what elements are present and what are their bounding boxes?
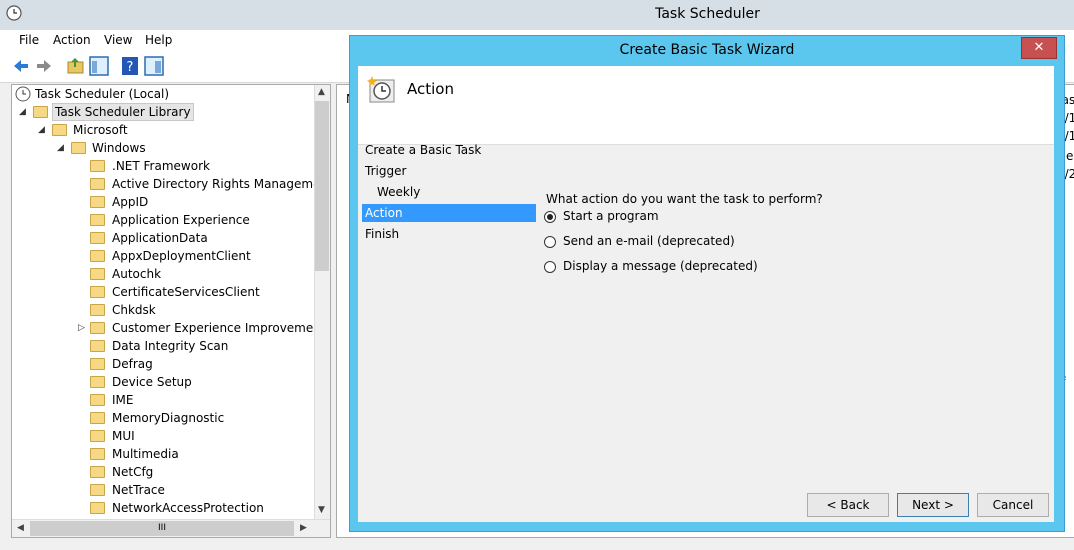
title-bar: Task Scheduler (0, 0, 1074, 30)
scroll-right-icon[interactable]: ▶ (300, 523, 307, 533)
folder-icon (90, 394, 105, 406)
menu-help[interactable]: Help (145, 33, 172, 47)
folder-icon (90, 448, 105, 460)
tree-item-label: IME (112, 393, 134, 407)
folder-icon (90, 214, 105, 226)
show-hide-tree-icon[interactable] (89, 56, 109, 76)
tree-item-label: NetworkAccessProtection (112, 501, 264, 515)
close-button[interactable]: ✕ (1021, 37, 1057, 59)
folder-icon (90, 430, 105, 442)
tree-item-label: Multimedia (112, 447, 179, 461)
folder-icon (90, 466, 105, 478)
wizard-header: Action (358, 66, 1054, 145)
step-finish[interactable]: Finish (362, 225, 536, 243)
tree-item-label: Data Integrity Scan (112, 339, 229, 353)
send-email-radio[interactable] (544, 236, 556, 248)
folder-icon (90, 502, 105, 514)
folder-icon (90, 358, 105, 370)
start-program-label[interactable]: Start a program (563, 209, 659, 223)
horizontal-scrollbar[interactable]: ◀ III ▶ (12, 519, 330, 537)
tree-root-label: Task Scheduler (Local) (35, 87, 170, 101)
step-trigger[interactable]: Trigger (362, 162, 536, 180)
create-basic-task-wizard-dialog: Create Basic Task Wizard ✕ Action Create… (349, 35, 1065, 532)
tree-item-label: Active Directory Rights Management S (112, 177, 331, 191)
folder-icon (90, 376, 105, 388)
next-button[interactable]: Next > (897, 493, 969, 517)
back-icon[interactable] (11, 56, 31, 76)
send-email-label[interactable]: Send an e-mail (deprecated) (563, 234, 735, 248)
scroll-up-icon[interactable]: ▲ (318, 87, 325, 97)
tree-item-microsoft-label: Microsoft (73, 123, 128, 137)
collapse-arrow-icon[interactable]: ◢ (19, 103, 26, 121)
tree-item-label: NetTrace (112, 483, 165, 497)
tree-item-label: MemoryDiagnostic (112, 411, 225, 425)
clock-icon (15, 86, 31, 102)
wizard-page-title: Action (407, 80, 454, 98)
step-create-basic-task[interactable]: Create a Basic Task (362, 141, 536, 159)
tree-item-label: NetCfg (112, 465, 154, 479)
menu-view[interactable]: View (104, 33, 132, 47)
cancel-button[interactable]: Cancel (977, 493, 1049, 517)
help-icon[interactable]: ? (120, 56, 140, 76)
dialog-body: Action Create a Basic Task Trigger Weekl… (358, 66, 1054, 522)
tree-pane: Task Scheduler (Local) ◢ Task Scheduler … (11, 84, 331, 538)
tree-item-label: ApplicationData (112, 231, 208, 245)
folder-icon (90, 412, 105, 424)
task-clock-icon (367, 76, 395, 103)
show-hide-action-pane-icon[interactable] (144, 56, 164, 76)
tree-item-library-label: Task Scheduler Library (52, 103, 194, 121)
folder-icon (90, 268, 105, 280)
tree-item-label: AppID (112, 195, 149, 209)
folder-icon (90, 484, 105, 496)
start-program-radio[interactable] (544, 211, 556, 223)
tree-item-windows-label: Windows (92, 141, 146, 155)
folder-icon (90, 250, 105, 262)
collapse-arrow-icon[interactable]: ◢ (57, 139, 64, 157)
folder-icon (90, 178, 105, 190)
folder-icon (71, 142, 86, 154)
up-folder-icon[interactable] (66, 56, 86, 76)
collapse-arrow-icon[interactable]: ◢ (38, 121, 45, 139)
menu-file[interactable]: File (19, 33, 39, 47)
folder-icon (90, 232, 105, 244)
tree-item-library[interactable]: ◢ Task Scheduler Library (12, 103, 194, 121)
step-weekly[interactable]: Weekly (362, 183, 536, 201)
display-message-label[interactable]: Display a message (deprecated) (563, 259, 758, 273)
dialog-title: Create Basic Task Wizard (619, 42, 795, 58)
display-message-radio[interactable] (544, 261, 556, 273)
tree-item-label: AppxDeploymentClient (112, 249, 251, 263)
folder-icon (90, 322, 105, 334)
folder-icon (90, 160, 105, 172)
tree-item-label: MUI (112, 429, 135, 443)
folder-icon (90, 340, 105, 352)
tree-item-label: .NET Framework (112, 159, 210, 173)
horizontal-scroll-thumb[interactable]: III (30, 521, 294, 536)
scroll-left-icon[interactable]: ◀ (17, 523, 24, 533)
folder-icon (90, 286, 105, 298)
tree-item-label: Customer Experience Improvement Pr (112, 321, 331, 335)
vertical-scroll-thumb[interactable] (315, 101, 329, 271)
folder-icon (52, 124, 67, 136)
window-title: Task Scheduler (655, 6, 760, 22)
tree-item-label: Application Experience (112, 213, 250, 227)
folder-icon (90, 196, 105, 208)
tree-item-label: Autochk (112, 267, 162, 281)
back-button[interactable]: < Back (807, 493, 889, 517)
svg-text:?: ? (127, 60, 134, 75)
scroll-down-icon[interactable]: ▼ (318, 505, 325, 515)
menu-action[interactable]: Action (53, 33, 91, 47)
tree-item-label: Device Setup (112, 375, 192, 389)
expand-arrow-icon[interactable]: ▷ (78, 319, 85, 337)
tree-item-label: Chkdsk (112, 303, 156, 317)
folder-icon (90, 304, 105, 316)
folder-clock-icon (33, 106, 48, 118)
tree-item-label: Defrag (112, 357, 153, 371)
forward-icon[interactable] (34, 56, 54, 76)
step-action[interactable]: Action (362, 204, 536, 222)
tree-item-label: CertificateServicesClient (112, 285, 260, 299)
action-question: What action do you want the task to perf… (546, 192, 823, 206)
